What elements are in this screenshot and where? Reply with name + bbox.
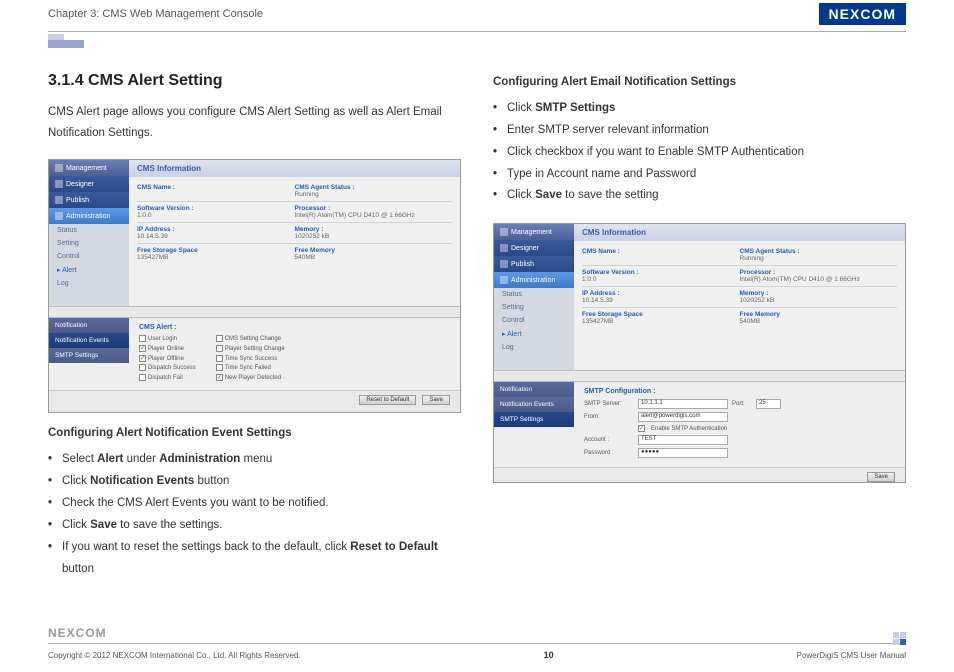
screenshot-smtp-settings: Management Designer Publish Administrati… xyxy=(493,223,906,483)
list-item: Click checkbox if you want to Enable SMT… xyxy=(493,142,906,164)
list-item: Click Save to save the setting xyxy=(493,185,906,207)
ss-sidebar: Management Designer Publish Administrati… xyxy=(49,160,129,306)
checkbox[interactable] xyxy=(216,355,223,362)
list-item: Click SMTP Settings xyxy=(493,98,906,120)
copyright-text: Copyright © 2012 NEXCOM International Co… xyxy=(48,651,301,660)
sidebar-label: Management xyxy=(66,165,107,172)
checkbox[interactable] xyxy=(216,335,223,342)
save-button[interactable]: Save xyxy=(422,395,450,405)
sidebar-item-publish[interactable]: Publish xyxy=(494,256,574,272)
list-item: Type in Account name and Password xyxy=(493,164,906,186)
tab-notification[interactable]: Notification xyxy=(494,382,574,397)
screenshot-alert-settings: Management Designer Publish Administrati… xyxy=(48,159,461,413)
sidebar-item-administration[interactable]: Administration xyxy=(49,208,129,224)
sidebar-item-publish[interactable]: Publish xyxy=(49,192,129,208)
step-list: Click SMTP Settings Enter SMTP server re… xyxy=(493,98,906,207)
checkbox[interactable] xyxy=(139,364,146,371)
ss-main-panel: CMS Information CMS Name :CMS Agent Stat… xyxy=(129,160,460,306)
pencil-icon xyxy=(500,244,508,252)
save-button[interactable]: Save xyxy=(867,472,895,482)
step-list: Select Alert under Administration menu C… xyxy=(48,449,461,580)
flag-icon xyxy=(500,228,508,236)
flag-icon xyxy=(55,164,63,172)
intro-paragraph: CMS Alert page allows you configure CMS … xyxy=(48,102,461,143)
section-title: 3.1.4 CMS Alert Setting xyxy=(48,72,461,90)
brand-logo-text: NEXCOM xyxy=(819,3,906,25)
alert-config-box: CMS Alert : User Login Player Online Pla… xyxy=(129,318,460,389)
checkbox[interactable] xyxy=(216,345,223,352)
sidebar-sub-log[interactable]: Log xyxy=(494,341,574,354)
panel-title: CMS Information xyxy=(574,224,905,241)
page-header: Chapter 3: CMS Web Management Console NE… xyxy=(48,0,906,32)
alert-header: CMS Alert : xyxy=(139,324,450,331)
tab-notification-events[interactable]: Notification Events xyxy=(49,333,129,348)
list-item: Click Notification Events button xyxy=(48,471,461,493)
sidebar-sub-control[interactable]: Control xyxy=(494,314,574,327)
footer-squares-icon xyxy=(893,632,906,645)
sidebar-sub-alert[interactable]: ▸ Alert xyxy=(494,327,574,341)
smtp-account-input[interactable]: TEST xyxy=(638,435,728,445)
right-column: Configuring Alert Email Notification Set… xyxy=(493,72,906,624)
checkbox[interactable] xyxy=(139,355,146,362)
subheading: Configuring Alert Notification Event Set… xyxy=(48,427,461,439)
sidebar-sub-alert[interactable]: ▸ Alert xyxy=(49,263,129,277)
content-area: 3.1.4 CMS Alert Setting CMS Alert page a… xyxy=(48,72,906,624)
checkbox[interactable] xyxy=(216,364,223,371)
list-item: Click Save to save the settings. xyxy=(48,515,461,537)
tab-notification[interactable]: Notification xyxy=(49,318,129,333)
footer-brand: NEXCOM xyxy=(48,626,107,640)
list-item: Check the CMS Alert Events you want to b… xyxy=(48,493,461,515)
smtp-server-input[interactable]: 10.1.1.1 xyxy=(638,399,728,409)
reset-button[interactable]: Reset to Default xyxy=(359,395,416,405)
info-label: CMS Agent Status : xyxy=(295,184,453,191)
tab-notification-events[interactable]: Notification Events xyxy=(494,397,574,412)
sidebar-sub-setting[interactable]: Setting xyxy=(494,301,574,314)
sidebar-sub-status[interactable]: Status xyxy=(49,224,129,237)
smtp-from-input[interactable]: alert@powerdigis.com xyxy=(638,412,728,422)
sidebar-item-administration[interactable]: Administration xyxy=(494,272,574,288)
enable-smtp-checkbox[interactable] xyxy=(638,425,645,432)
list-item: Enter SMTP server relevant information xyxy=(493,120,906,142)
checkbox[interactable] xyxy=(139,335,146,342)
panel-title: CMS Information xyxy=(129,160,460,177)
smtp-port-input[interactable]: 25 xyxy=(756,399,781,409)
chapter-title: Chapter 3: CMS Web Management Console xyxy=(48,8,263,20)
info-label: CMS Name : xyxy=(137,184,295,191)
sidebar-label: Publish xyxy=(66,197,89,204)
list-item: Select Alert under Administration menu xyxy=(48,449,461,471)
tab-smtp-settings[interactable]: SMTP Settings xyxy=(494,412,574,427)
accent-bar xyxy=(48,40,84,48)
sidebar-item-designer[interactable]: Designer xyxy=(494,240,574,256)
subheading: Configuring Alert Email Notification Set… xyxy=(493,76,906,88)
pencil-icon xyxy=(55,180,63,188)
checkbox[interactable] xyxy=(216,374,223,381)
sidebar-label: Designer xyxy=(66,181,94,188)
manual-title: PowerDigiS CMS User Manual xyxy=(797,651,906,660)
checkbox[interactable] xyxy=(139,374,146,381)
list-item: If you want to reset the settings back t… xyxy=(48,537,461,581)
sidebar-sub-control[interactable]: Control xyxy=(49,250,129,263)
smtp-header: SMTP Configuration : xyxy=(584,388,895,395)
ss-tabs: Notification Notification Events SMTP Se… xyxy=(49,318,129,389)
sidebar-label: Administration xyxy=(66,213,110,220)
sidebar-sub-setting[interactable]: Setting xyxy=(49,237,129,250)
sidebar-item-management[interactable]: Management xyxy=(49,160,129,176)
sidebar-item-management[interactable]: Management xyxy=(494,224,574,240)
checkbox[interactable] xyxy=(139,345,146,352)
gear-icon xyxy=(500,276,508,284)
brand-logo: NEXCOM xyxy=(819,3,906,25)
sidebar-item-designer[interactable]: Designer xyxy=(49,176,129,192)
smtp-password-input[interactable]: ●●●●● xyxy=(638,448,728,458)
left-column: 3.1.4 CMS Alert Setting CMS Alert page a… xyxy=(48,72,461,624)
arrow-icon xyxy=(500,260,508,268)
tab-smtp-settings[interactable]: SMTP Settings xyxy=(49,348,129,363)
sidebar-sub-status[interactable]: Status xyxy=(494,288,574,301)
page-number: 10 xyxy=(544,650,554,660)
smtp-config-box: SMTP Configuration : SMTP Server:10.1.1.… xyxy=(574,382,905,467)
page-footer: NEXCOM Copyright © 2012 NEXCOM Internati… xyxy=(48,643,906,660)
sidebar-sub-log[interactable]: Log xyxy=(49,277,129,290)
arrow-icon xyxy=(55,196,63,204)
gear-icon xyxy=(55,212,63,220)
